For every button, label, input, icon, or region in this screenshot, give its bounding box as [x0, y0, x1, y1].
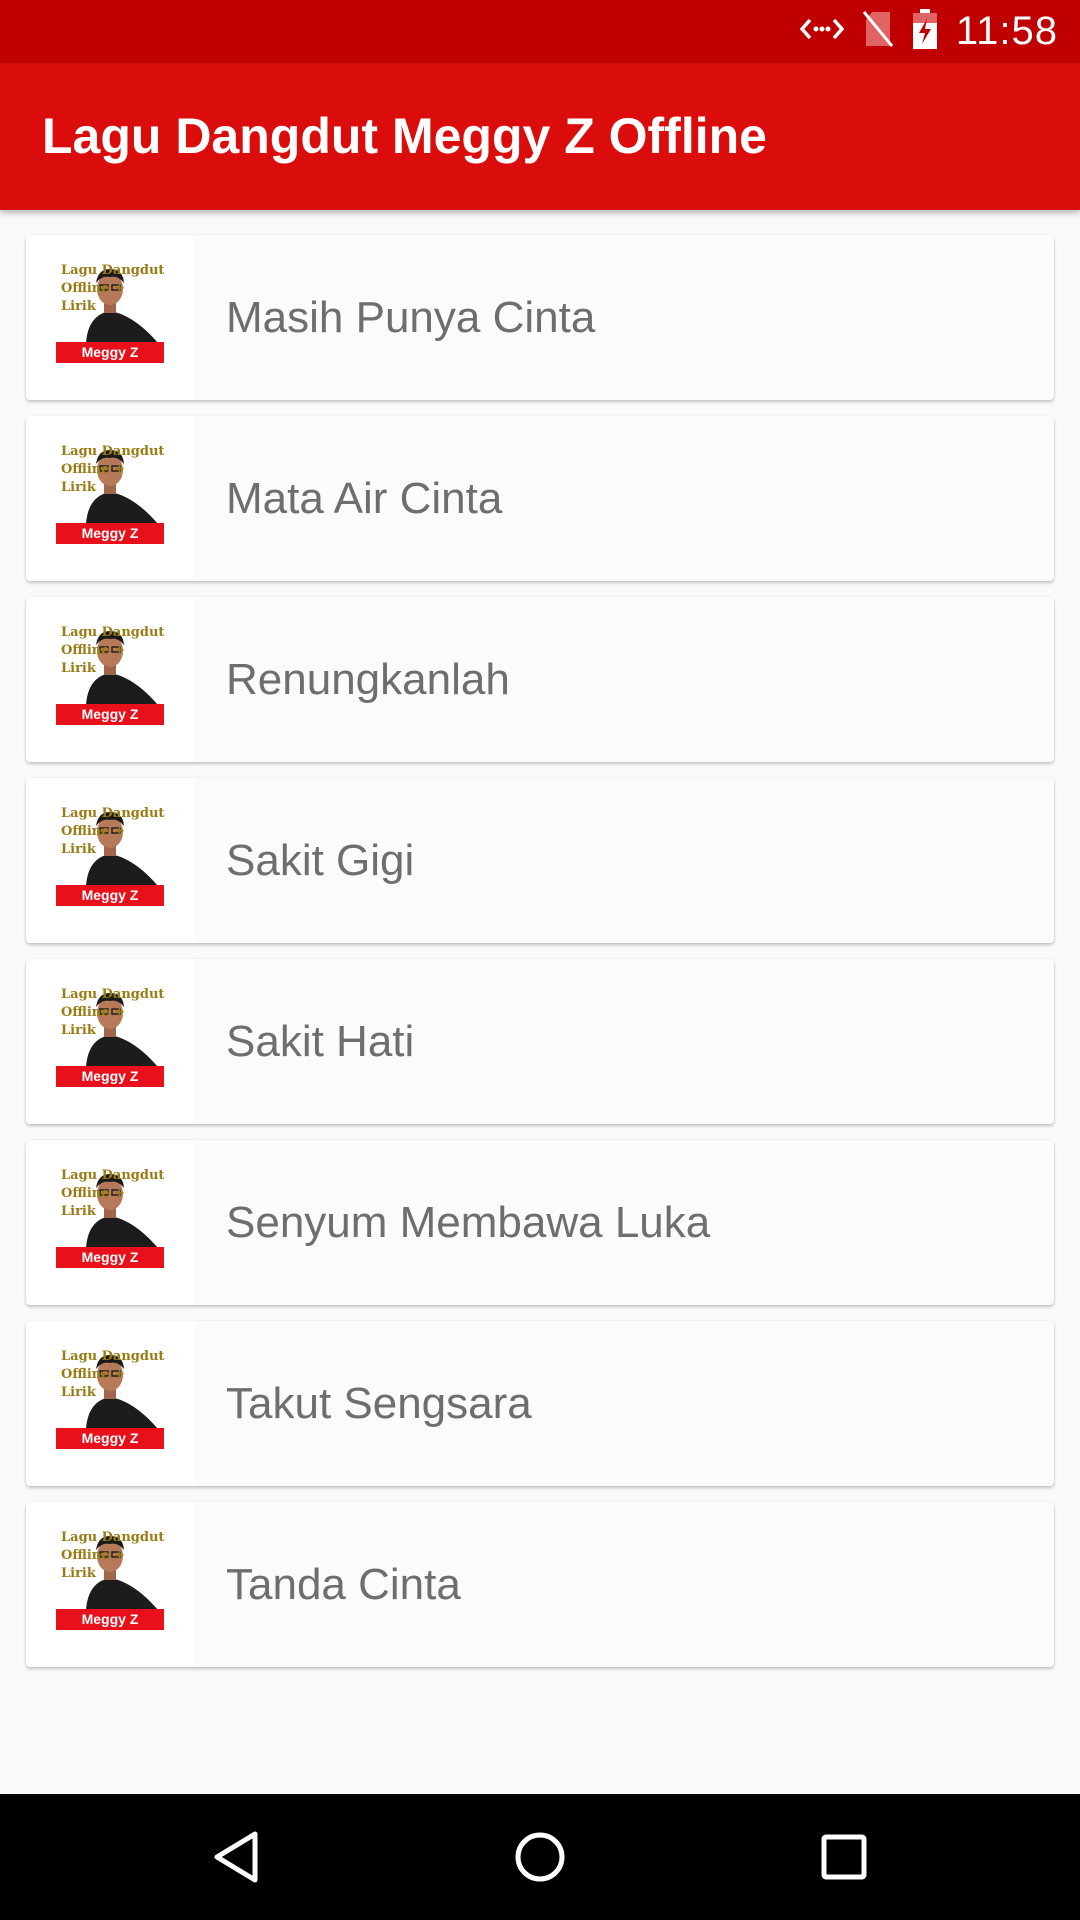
thumbnail-text: Lagu Dangdut — [61, 625, 165, 640]
song-thumbnail: Lagu Dangdut Offline + Lirik Meggy Z — [26, 1321, 195, 1486]
song-list-item[interactable]: Lagu Dangdut Offline + Lirik Meggy Z Mat… — [26, 416, 1054, 581]
thumbnail-text: Lagu Dangdut — [61, 1168, 165, 1183]
recents-button[interactable] — [809, 1822, 879, 1892]
thumbnail-text: Lagu Dangdut — [61, 987, 165, 1002]
artist-portrait — [86, 269, 158, 343]
navigation-bar — [0, 1794, 1080, 1920]
artist-portrait — [86, 993, 158, 1067]
thumbnail-artist: Meggy Z — [81, 706, 139, 722]
thumbnail-text: Lirik — [61, 1566, 96, 1581]
thumbnail-text: Offline + — [61, 1367, 125, 1382]
song-list-item[interactable]: Lagu Dangdut Offline + Lirik Meggy Z Sak… — [26, 778, 1054, 943]
thumbnail-text: Offline + — [61, 643, 125, 658]
song-title: Masih Punya Cinta — [226, 293, 596, 342]
thumbnail-text: Lirik — [61, 1385, 96, 1400]
song-list-item[interactable]: Lagu Dangdut Offline + Lirik Meggy Z Tak… — [26, 1321, 1054, 1486]
thumbnail-text: Lagu Dangdut — [61, 1349, 165, 1364]
data-transfer-icon — [799, 14, 845, 49]
song-title: Sakit Hati — [226, 1017, 415, 1066]
home-icon — [515, 1832, 565, 1882]
song-title: Tanda Cinta — [226, 1560, 461, 1609]
battery-charging-icon — [912, 9, 938, 54]
artist-portrait — [86, 450, 158, 524]
song-thumbnail: Lagu Dangdut Offline + Lirik Meggy Z — [26, 235, 195, 400]
recents-icon — [821, 1834, 867, 1880]
back-icon — [214, 1831, 258, 1883]
status-bar: 11:58 — [0, 0, 1080, 63]
song-list-item[interactable]: Lagu Dangdut Offline + Lirik Meggy Z Sen… — [26, 1140, 1054, 1305]
song-thumbnail: Lagu Dangdut Offline + Lirik Meggy Z — [26, 959, 195, 1124]
song-thumbnail: Lagu Dangdut Offline + Lirik Meggy Z — [26, 1502, 195, 1667]
home-button[interactable] — [505, 1822, 575, 1892]
thumbnail-text: Lirik — [61, 480, 96, 495]
artist-portrait — [86, 1536, 158, 1610]
song-list-item[interactable]: Lagu Dangdut Offline + Lirik Meggy Z Ren… — [26, 597, 1054, 762]
thumbnail-artist: Meggy Z — [81, 1068, 139, 1084]
thumbnail-text: Lirik — [61, 1204, 96, 1219]
thumbnail-text: Offline + — [61, 1548, 125, 1563]
thumbnail-text: Offline + — [61, 824, 125, 839]
thumbnail-artist: Meggy Z — [81, 1611, 139, 1627]
back-button[interactable] — [201, 1822, 271, 1892]
artist-portrait — [86, 631, 158, 705]
thumbnail-artist: Meggy Z — [81, 1430, 139, 1446]
song-list-item[interactable]: Lagu Dangdut Offline + Lirik Meggy Z Mas… — [26, 235, 1054, 400]
app-bar: Lagu Dangdut Meggy Z Offline — [0, 63, 1080, 210]
artist-portrait — [86, 1355, 158, 1429]
thumbnail-text: Lirik — [61, 661, 96, 676]
thumbnail-text: Lagu Dangdut — [61, 444, 165, 459]
song-thumbnail: Lagu Dangdut Offline + Lirik Meggy Z — [26, 597, 195, 762]
thumbnail-text: Lirik — [61, 1023, 96, 1038]
artist-portrait — [86, 1174, 158, 1248]
song-thumbnail: Lagu Dangdut Offline + Lirik Meggy Z — [26, 416, 195, 581]
song-title: Sakit Gigi — [226, 836, 415, 885]
status-icons: 11:58 — [799, 0, 1058, 63]
thumbnail-artist: Meggy Z — [81, 344, 139, 360]
thumbnail-text: Offline + — [61, 1186, 125, 1201]
app-title: Lagu Dangdut Meggy Z Offline — [42, 108, 767, 164]
song-title: Takut Sengsara — [226, 1379, 532, 1428]
thumbnail-artist: Meggy Z — [81, 525, 139, 541]
status-time: 11:58 — [955, 9, 1058, 53]
thumbnail-text: Offline + — [61, 462, 125, 477]
thumbnail-text: Lirik — [61, 842, 96, 857]
thumbnail-artist: Meggy Z — [81, 887, 139, 903]
song-list-item[interactable]: Lagu Dangdut Offline + Lirik Meggy Z Sak… — [26, 959, 1054, 1124]
song-title: Renungkanlah — [226, 655, 510, 704]
song-list-item[interactable]: Lagu Dangdut Offline + Lirik Meggy Z Tan… — [26, 1502, 1054, 1667]
thumbnail-text: Offline + — [61, 1005, 125, 1020]
no-sim-icon — [862, 10, 894, 53]
song-title: Senyum Membawa Luka — [226, 1198, 711, 1247]
song-list[interactable]: Lagu Dangdut Offline + Lirik Meggy Z Mas… — [0, 210, 1080, 1794]
artist-portrait — [86, 812, 158, 886]
thumbnail-text: Lirik — [61, 299, 96, 314]
song-title: Mata Air Cinta — [226, 474, 503, 523]
thumbnail-artist: Meggy Z — [81, 1249, 139, 1265]
thumbnail-text: Offline + — [61, 281, 125, 296]
song-thumbnail: Lagu Dangdut Offline + Lirik Meggy Z — [26, 778, 195, 943]
song-thumbnail: Lagu Dangdut Offline + Lirik Meggy Z — [26, 1140, 195, 1305]
thumbnail-text: Lagu Dangdut — [61, 1530, 165, 1545]
thumbnail-text: Lagu Dangdut — [61, 263, 165, 278]
thumbnail-text: Lagu Dangdut — [61, 806, 165, 821]
